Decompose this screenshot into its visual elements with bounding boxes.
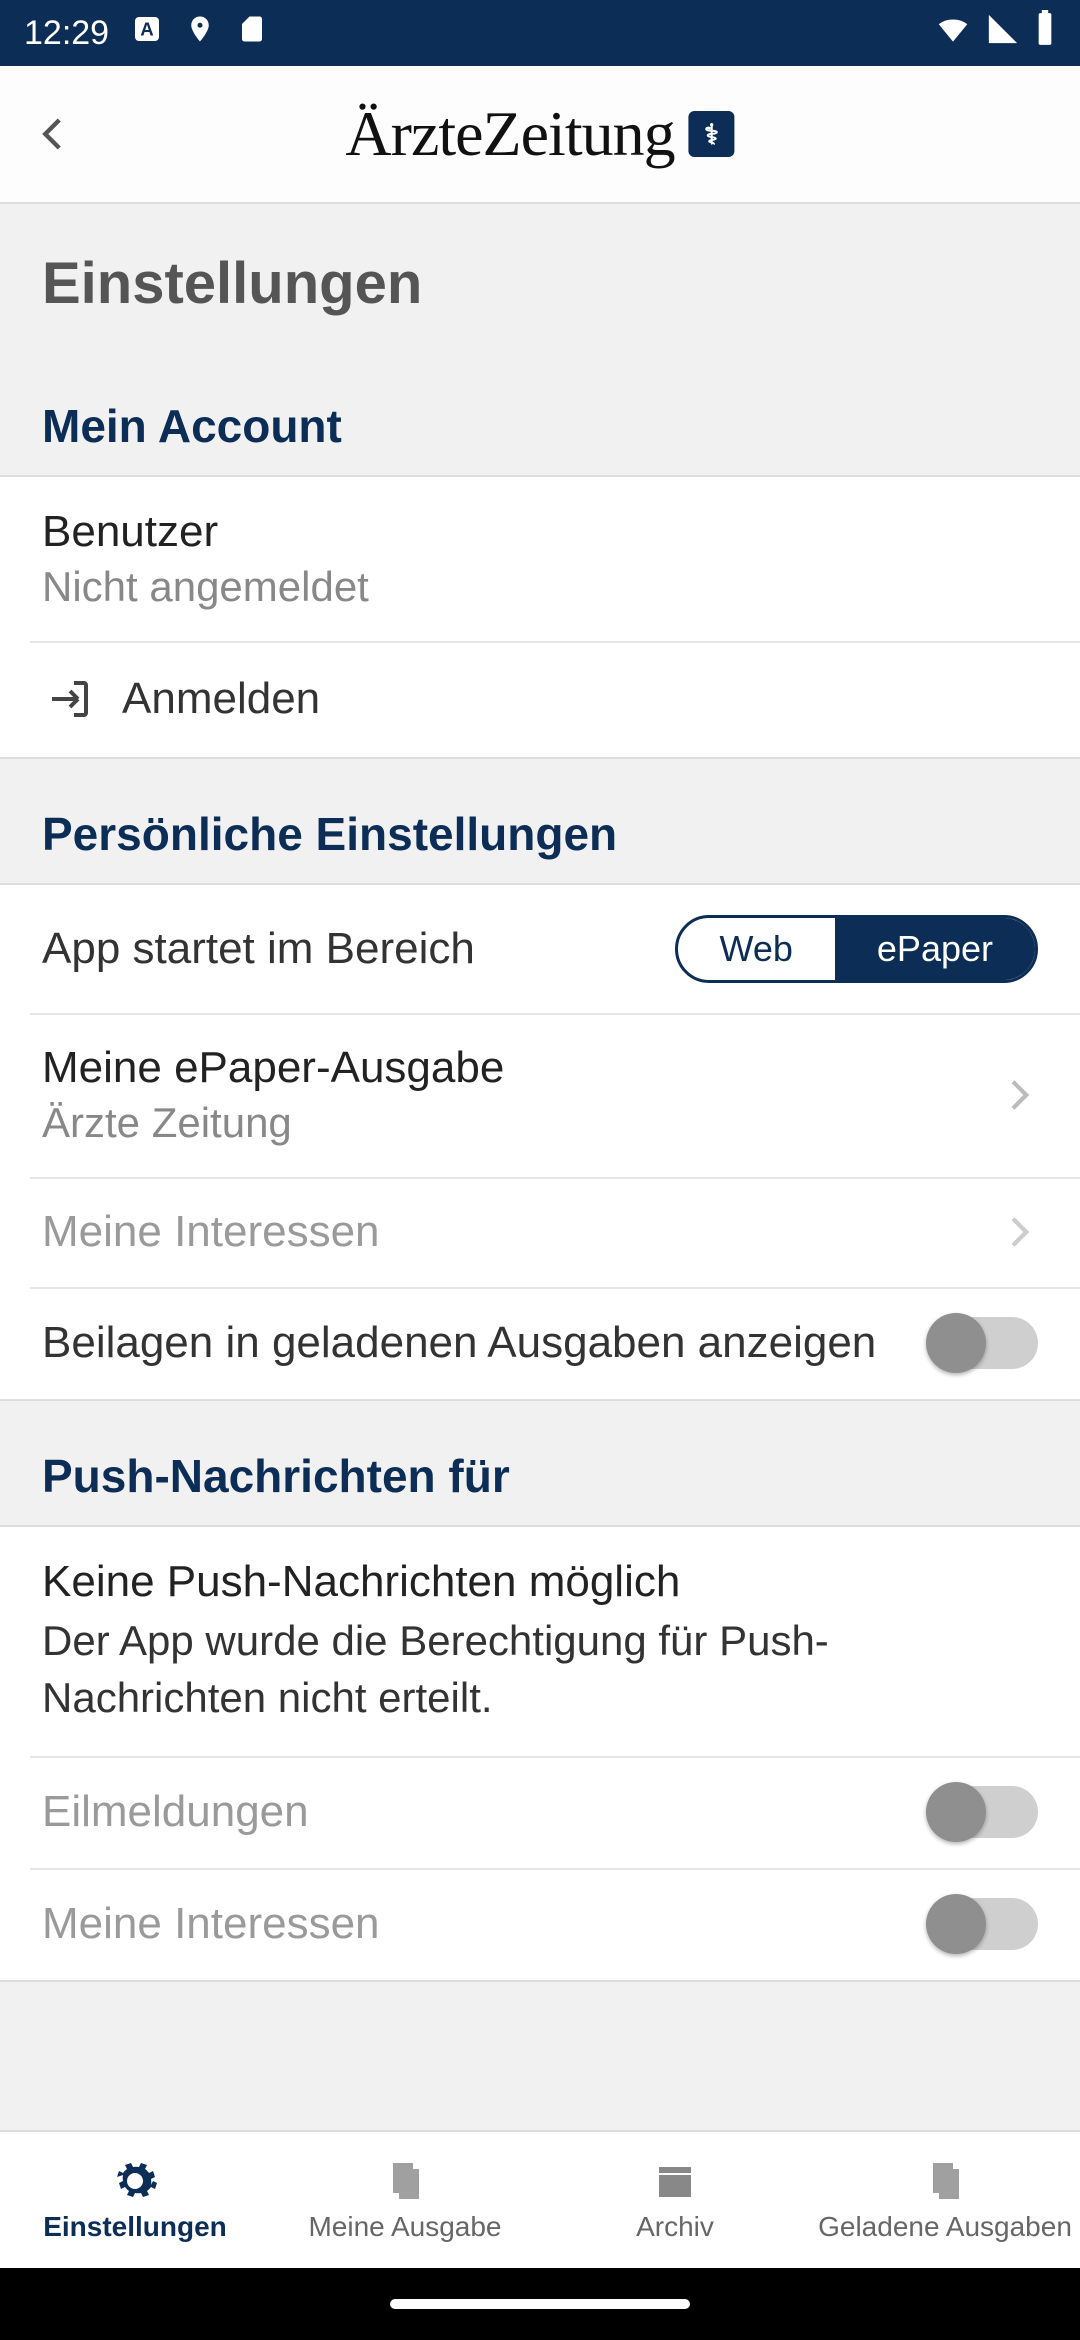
tab-my-issue[interactable]: Meine Ausgabe [270,2132,540,2268]
settings-content: Einstellungen Mein Account Benutzer Nich… [0,204,1080,2130]
status-time: 12:29 [24,14,109,53]
tab-my-issue-label: Meine Ausgabe [308,2211,501,2243]
interests-row[interactable]: Meine Interessen [0,1177,1080,1287]
push-interests-label: Meine Interessen [42,1899,904,1949]
personal-card: App startet im Bereich Web ePaper Meine … [0,883,1080,1401]
status-bar: 12:29 A [0,0,1080,66]
signal-icon [986,12,1020,55]
gear-icon [111,2157,159,2205]
home-indicator[interactable] [390,2299,690,2309]
stack-icon [921,2157,969,2205]
location-icon [185,14,215,53]
no-push-row: Keine Push-Nachrichten möglich Der App w… [0,1527,1080,1756]
push-interests-toggle[interactable] [928,1898,1038,1950]
login-icon [42,671,98,727]
chevron-left-icon [33,113,75,155]
bottom-tab-bar: Einstellungen Meine Ausgabe Archiv Gelad… [0,2130,1080,2268]
login-label: Anmelden [122,674,1038,724]
push-interests-row: Meine Interessen [0,1868,1080,1980]
user-row: Benutzer Nicht angemeldet [0,477,1080,641]
breaking-label: Eilmeldungen [42,1787,904,1837]
no-push-body: Der App wurde die Berechtigung für Push-… [42,1613,1038,1726]
user-status: Nicht angemeldet [42,563,1038,611]
back-button[interactable] [24,104,84,164]
segment-epaper[interactable]: ePaper [835,918,1035,980]
system-nav-bar [0,2268,1080,2340]
logo-badge-icon: ⚕ [689,111,735,157]
sd-card-icon [237,14,267,53]
start-area-segmented: Web ePaper [675,915,1038,983]
calendar-icon [651,2157,699,2205]
start-area-row: App startet im Bereich Web ePaper [0,885,1080,1013]
status-icon-a: A [131,13,163,54]
breaking-toggle[interactable] [928,1786,1038,1838]
section-header-push: Push-Nachrichten für [0,1401,1080,1525]
segment-web[interactable]: Web [678,918,835,980]
pages-icon [381,2157,429,2205]
section-header-account: Mein Account [0,351,1080,475]
attachments-row: Beilagen in geladenen Ausgaben anzeigen [0,1287,1080,1399]
attachments-label: Beilagen in geladenen Ausgaben anzeigen [42,1318,904,1368]
login-row[interactable]: Anmelden [0,641,1080,757]
svg-text:A: A [140,18,153,39]
wifi-icon [934,10,972,57]
tab-loaded-label: Geladene Ausgaben [818,2211,1072,2243]
epaper-edition-row[interactable]: Meine ePaper-Ausgabe Ärzte Zeitung [0,1013,1080,1177]
tab-loaded[interactable]: Geladene Ausgaben [810,2132,1080,2268]
section-header-personal: Persönliche Einstellungen [0,759,1080,883]
epaper-edition-label: Meine ePaper-Ausgabe [42,1043,974,1093]
account-card: Benutzer Nicht angemeldet Anmelden [0,475,1080,759]
tab-settings-label: Einstellungen [43,2211,227,2243]
push-card: Keine Push-Nachrichten möglich Der App w… [0,1525,1080,1982]
start-area-label: App startet im Bereich [42,924,651,974]
no-push-title: Keine Push-Nachrichten möglich [42,1557,1038,1607]
page-title: Einstellungen [0,204,1080,351]
logo-text: ÄrzteZeitung [345,97,674,171]
app-header: ÄrzteZeitung ⚕ [0,66,1080,204]
chevron-right-icon [998,1212,1038,1252]
interests-label: Meine Interessen [42,1207,974,1257]
chevron-right-icon [998,1075,1038,1115]
breaking-row: Eilmeldungen [0,1756,1080,1868]
tab-archive[interactable]: Archiv [540,2132,810,2268]
tab-settings[interactable]: Einstellungen [0,2132,270,2268]
tab-archive-label: Archiv [636,2211,714,2243]
epaper-edition-value: Ärzte Zeitung [42,1099,974,1147]
app-logo: ÄrzteZeitung ⚕ [345,97,734,171]
user-label: Benutzer [42,507,1038,557]
battery-icon [1034,10,1056,57]
attachments-toggle[interactable] [928,1317,1038,1369]
